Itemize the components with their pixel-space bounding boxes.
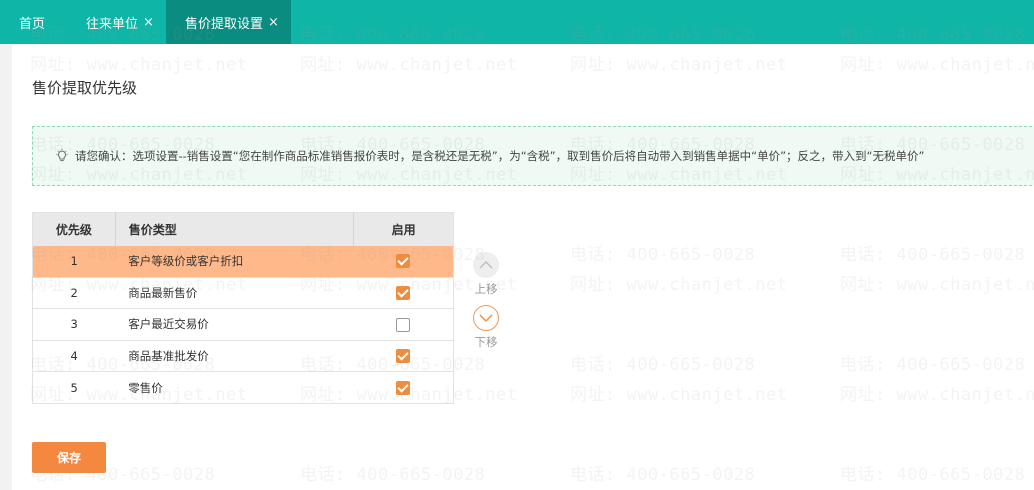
notice-box: 请您确认：选项设置--销售设置“您在制作商品标准销售报价表时，是含税还是无税”，… [32,126,1034,186]
tab-label: 首页 [19,16,46,32]
move-down-label: 下移 [474,335,498,349]
table-header-row: 优先级 售价类型 启用 [32,212,454,246]
priority-cell: 2 [32,277,116,310]
tab-label: 往来单位 [86,16,139,32]
notice-text: 请您确认：选项设置--销售设置“您在制作商品标准销售报价表时，是含税还是无税”，… [75,149,925,163]
tab-home[interactable]: 首页 [0,0,67,44]
tab-label: 售价提取设置 [184,16,263,32]
price-type-cell: 零售价 [115,371,354,404]
tab-partners[interactable]: 往来单位 × [67,0,166,44]
tab-price-extraction-settings[interactable]: 售价提取设置 × [165,0,291,44]
table-row[interactable]: 5 零售价 [32,371,454,404]
price-type-cell: 商品基准批发价 [115,340,354,373]
priority-cell: 5 [32,371,116,404]
price-type-cell: 客户最近交易价 [115,308,354,341]
tab-bar: 首页 往来单位 × 售价提取设置 × [0,0,1034,44]
save-button[interactable]: 保存 [32,442,106,473]
close-icon[interactable]: × [143,15,154,30]
priority-cell: 1 [32,245,116,278]
table-row[interactable]: 4 商品基准批发价 [32,340,454,373]
move-up-button[interactable]: 上移 [471,252,501,297]
chevron-down-icon [473,305,499,331]
enabled-checkbox[interactable] [396,380,411,395]
chevron-up-icon [473,252,499,278]
table-row[interactable]: 2 商品最新售价 [32,277,454,310]
price-priority-table: 优先级 售价类型 启用 1 客户等级价或客户折扣 2 商品最新售价 3 客户最近… [32,212,454,404]
enabled-checkbox[interactable] [396,254,411,269]
column-header-priority: 优先级 [32,212,116,246]
move-up-label: 上移 [474,282,498,296]
table-row[interactable]: 3 客户最近交易价 [32,308,454,341]
content-panel: 售价提取优先级 请您确认：选项设置--销售设置“您在制作商品标准销售报价表时，是… [12,44,1034,490]
price-type-cell: 商品最新售价 [115,277,354,310]
table-row[interactable]: 1 客户等级价或客户折扣 [32,245,454,278]
priority-cell: 4 [32,340,116,373]
move-down-button[interactable]: 下移 [471,305,501,350]
lightbulb-icon [56,149,68,162]
enabled-checkbox[interactable] [396,349,411,364]
price-type-cell: 客户等级价或客户折扣 [115,245,354,278]
priority-cell: 3 [32,308,116,341]
enabled-checkbox[interactable] [396,286,411,301]
column-header-enabled: 启用 [353,212,454,246]
close-icon[interactable]: × [268,15,279,30]
page-title: 售价提取优先级 [32,79,138,97]
enabled-checkbox[interactable] [396,317,411,332]
column-header-price-type: 售价类型 [115,212,355,246]
